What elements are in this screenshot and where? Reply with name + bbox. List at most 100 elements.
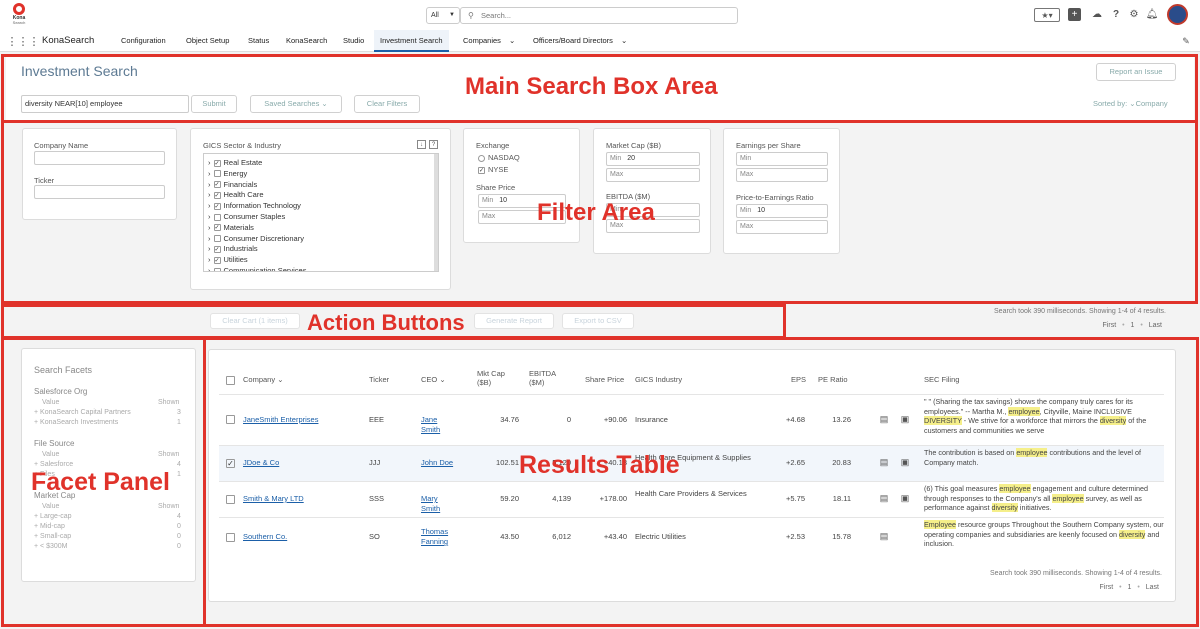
- facet-item[interactable]: + Large-cap: [34, 513, 72, 520]
- col-ceo[interactable]: CEO ⌄: [421, 375, 446, 384]
- col-company[interactable]: Company ⌄: [243, 375, 284, 384]
- expand-icon[interactable]: ›: [208, 201, 211, 210]
- expand-icon[interactable]: ›: [208, 158, 211, 167]
- row-checkbox-box[interactable]: [226, 532, 235, 542]
- first-page-link[interactable]: First: [1103, 322, 1117, 329]
- document-icon[interactable]: ▤: [879, 493, 889, 504]
- col-ticker[interactable]: Ticker: [369, 375, 389, 384]
- gics-item[interactable]: › ✓ Health Care: [208, 190, 264, 199]
- facet-item[interactable]: + Small-cap: [34, 533, 71, 540]
- nasdaq-checkbox[interactable]: [478, 154, 485, 162]
- ceo-link[interactable]: John Doe: [421, 458, 457, 468]
- gics-checkbox[interactable]: ✓: [213, 256, 221, 264]
- facet-item[interactable]: + KonaSearch Investments: [34, 419, 118, 426]
- expand-icon[interactable]: ›: [208, 244, 211, 253]
- facet-item[interactable]: + < $300M: [34, 543, 67, 550]
- mktcap-max[interactable]: Max: [606, 168, 700, 182]
- col-mktcap[interactable]: Mkt Cap ($B): [477, 369, 511, 387]
- gics-checkbox[interactable]: [213, 213, 221, 221]
- add-to-cart-icon[interactable]: ▣: [899, 414, 911, 425]
- col-sec[interactable]: SEC Filing: [924, 375, 959, 384]
- gics-item[interactable]: › ✓ Industrials: [208, 244, 258, 253]
- sort-control[interactable]: Sorted by: ⌄Company: [1093, 99, 1168, 108]
- company-link[interactable]: JaneSmith Enterprises: [243, 415, 318, 424]
- gics-checkbox[interactable]: ✓: [213, 159, 221, 167]
- trailhead-icon[interactable]: ☁: [1090, 7, 1104, 21]
- add-to-cart-icon[interactable]: ▣: [899, 457, 911, 468]
- nav-tab-investment-search[interactable]: Investment Search: [374, 30, 449, 52]
- mktcap-min[interactable]: Min 20: [606, 152, 700, 166]
- col-price[interactable]: Share Price: [585, 375, 624, 384]
- pe-max[interactable]: Max: [736, 220, 828, 234]
- edit-nav-icon[interactable]: ✎: [1180, 34, 1192, 48]
- row-checkbox-box[interactable]: ✓: [226, 458, 235, 468]
- ceo-link[interactable]: Mary Smith: [421, 494, 457, 514]
- add-icon[interactable]: +: [1068, 8, 1081, 21]
- gics-checkbox[interactable]: ✓: [213, 224, 221, 232]
- gics-item[interactable]: › ✓ Financials: [208, 180, 257, 189]
- eps-min[interactable]: Min: [736, 152, 828, 166]
- gics-checkbox[interactable]: ✓: [213, 202, 221, 210]
- nav-tab-officers[interactable]: Officers/Board Directors ⌄: [533, 30, 627, 52]
- expand-icon[interactable]: ›: [208, 234, 211, 243]
- search-scope-select[interactable]: All ▼: [426, 7, 460, 24]
- row-checkbox-box[interactable]: [226, 415, 235, 425]
- gics-item[interactable]: › Consumer Staples: [208, 212, 285, 221]
- sort-icon[interactable]: ↓: [417, 140, 426, 149]
- row-checkbox[interactable]: ✓: [226, 458, 238, 468]
- ticker-input[interactable]: [34, 185, 165, 199]
- document-icon[interactable]: ▤: [879, 457, 889, 468]
- gics-checkbox[interactable]: ✓: [213, 191, 221, 199]
- app-logo[interactable]: Kona Search: [10, 3, 28, 27]
- app-launcher-icon[interactable]: ⋮⋮⋮: [7, 34, 40, 48]
- submit-button[interactable]: Submit: [191, 95, 237, 113]
- company-name-input[interactable]: [34, 151, 165, 165]
- gear-icon[interactable]: ⚙: [1127, 7, 1141, 21]
- document-icon[interactable]: ▤: [879, 414, 889, 425]
- company-link[interactable]: Southern Co.: [243, 532, 287, 541]
- expand-icon[interactable]: ›: [208, 169, 211, 178]
- col-pe[interactable]: PE Ratio: [818, 375, 848, 384]
- expand-icon[interactable]: ›: [208, 266, 211, 271]
- gics-item[interactable]: › ✓ Real Estate: [208, 158, 262, 167]
- company-link[interactable]: JDoe & Co: [243, 458, 279, 467]
- clear-filters-button[interactable]: Clear Filters: [354, 95, 420, 113]
- expand-icon[interactable]: ›: [208, 255, 211, 264]
- expand-icon[interactable]: ›: [208, 212, 211, 221]
- nyse-checkbox[interactable]: ✓: [478, 166, 485, 174]
- pe-min[interactable]: Min 10: [736, 204, 828, 218]
- global-search-input[interactable]: ⚲ Search...: [460, 7, 738, 24]
- company-link[interactable]: Smith & Mary LTD: [243, 494, 304, 503]
- favorites-icon[interactable]: ★▾: [1034, 8, 1060, 22]
- gics-item[interactable]: › Energy: [208, 169, 247, 178]
- nav-tab-companies[interactable]: Companies ⌄: [463, 30, 515, 52]
- facet-item[interactable]: + Mid-cap: [34, 523, 65, 530]
- facet-item[interactable]: + Salesforce: [34, 461, 73, 468]
- col-ebitda[interactable]: EBITDA ($M): [529, 369, 563, 387]
- gics-item[interactable]: › Consumer Discretionary: [208, 234, 304, 243]
- col-gics[interactable]: GICS Industry: [635, 375, 682, 384]
- generate-report-button[interactable]: Generate Report: [474, 313, 554, 329]
- last-page-link[interactable]: Last: [1146, 584, 1159, 591]
- ceo-link[interactable]: Jane Smith: [421, 415, 457, 435]
- avatar[interactable]: [1167, 4, 1188, 25]
- row-checkbox[interactable]: [226, 494, 238, 504]
- gics-checkbox[interactable]: [213, 235, 221, 243]
- expand-icon[interactable]: ›: [208, 190, 211, 199]
- nav-tab-configuration[interactable]: Configuration: [121, 30, 166, 52]
- select-all-checkbox[interactable]: [226, 375, 238, 385]
- expand-icon[interactable]: ›: [208, 180, 211, 189]
- gics-checkbox[interactable]: [213, 267, 221, 271]
- ceo-link[interactable]: Thomas Fanning: [421, 527, 457, 547]
- first-page-link[interactable]: First: [1100, 584, 1114, 591]
- gics-item[interactable]: › ✓ Materials: [208, 223, 254, 232]
- gics-scrollbar[interactable]: [434, 154, 438, 271]
- nav-tab-status[interactable]: Status: [248, 30, 269, 52]
- nav-tab-object-setup[interactable]: Object Setup: [186, 30, 229, 52]
- nav-tab-konasearch[interactable]: KonaSearch: [286, 30, 327, 52]
- select-all-box[interactable]: [226, 375, 235, 385]
- document-icon[interactable]: ▤: [879, 531, 889, 542]
- nyse-option[interactable]: ✓ NYSE: [478, 165, 508, 174]
- add-to-cart-icon[interactable]: ▣: [899, 493, 911, 504]
- help-icon[interactable]: ?: [1109, 7, 1123, 21]
